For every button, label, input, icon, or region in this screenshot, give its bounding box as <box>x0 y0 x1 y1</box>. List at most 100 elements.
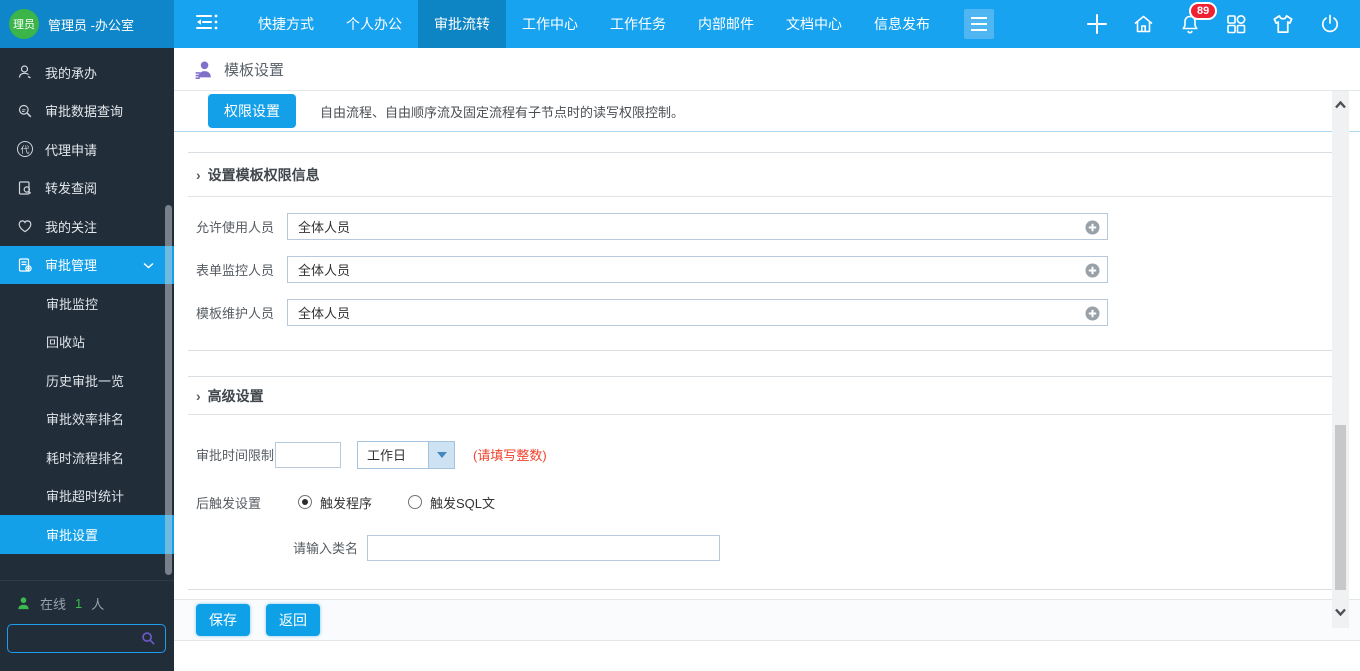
app-window: 理员 管理员 -办公室 快捷方式 个人办公 审批流转 工作中心 工作任务 内部邮… <box>0 0 1360 671</box>
notifications-button[interactable]: 89 <box>1178 1 1218 37</box>
chevron-down-icon <box>143 257 154 272</box>
sidebar-subitem-time-consuming-ranking[interactable]: 耗时流程排名 <box>0 438 174 477</box>
collapse-menu-icon[interactable] <box>194 11 220 38</box>
sidebar-subitem-approval-settings[interactable]: 审批设置 <box>0 515 174 554</box>
sidebar-subitem-recycle-bin[interactable]: 回收站 <box>0 323 174 362</box>
doc-search-icon <box>18 181 32 195</box>
sidebar-item-label: 我的承办 <box>45 65 98 81</box>
field-label: 模板维护人员 <box>196 306 275 321</box>
sidebar-item-my-follows[interactable]: 我的关注 <box>0 207 174 246</box>
more-menu-button[interactable] <box>964 9 994 39</box>
sidebar-bottom: 在线 1 人 <box>0 580 174 671</box>
template-maintainers-value: 全体人员 <box>298 306 351 321</box>
sidebar-item-forward-review[interactable]: 转发查阅 <box>0 169 174 208</box>
back-button[interactable]: 返回 <box>266 604 320 636</box>
power-icon <box>1321 14 1339 33</box>
section-template-permission: › 设置模板权限信息 允许使用人员 全体人员 表单监控人员 全体人员 模板维护人… <box>188 152 1332 351</box>
user-name: 管理员 -办公室 <box>48 17 134 33</box>
online-status: 在线 1 人 <box>0 594 174 613</box>
home-button[interactable] <box>1131 12 1156 36</box>
nav-item-work-tasks[interactable]: 工作任务 <box>594 0 682 48</box>
apps-button[interactable] <box>1224 12 1248 36</box>
select-arrow-button[interactable] <box>428 441 454 468</box>
page-header: 模板设置 <box>174 48 1360 91</box>
sidebar: 我的承办 审批数据查询 代 代理申请 转发查阅 我的关注 审批管理 审批监控 回… <box>0 48 174 671</box>
sidebar-scrollbar-thumb[interactable] <box>165 205 172 575</box>
radio-label: 触发程序 <box>320 495 373 511</box>
scroll-down-icon[interactable] <box>1335 608 1346 616</box>
sidebar-nav: 我的承办 审批数据查询 代 代理申请 转发查阅 我的关注 审批管理 审批监控 回… <box>0 48 174 554</box>
allowed-users-value: 全体人员 <box>298 220 351 235</box>
sidebar-subitem-approval-monitor[interactable]: 审批监控 <box>0 284 174 323</box>
body-row: 我的承办 审批数据查询 代 代理申请 转发查阅 我的关注 审批管理 审批监控 回… <box>0 48 1360 671</box>
sidebar-subitem-efficiency-ranking[interactable]: 审批效率排名 <box>0 400 174 439</box>
nav-item-personal-office[interactable]: 个人办公 <box>330 0 418 48</box>
nav-item-info-publish[interactable]: 信息发布 <box>858 0 946 48</box>
radio-trigger-program[interactable]: 触发程序 <box>298 493 372 512</box>
save-button[interactable]: 保存 <box>196 604 250 636</box>
nav-item-approval-flow[interactable]: 审批流转 <box>418 0 506 48</box>
tab-row: 权限设置 自由流程、自由顺序流及固定流程有子节点时的读写权限控制。 <box>174 91 1360 132</box>
search-icon <box>18 104 32 118</box>
logout-button[interactable] <box>1318 12 1342 36</box>
field-label: 审批时间限制 <box>196 448 275 463</box>
add-member-icon[interactable] <box>1085 220 1100 238</box>
theme-button[interactable] <box>1270 12 1296 36</box>
scroll-up-icon[interactable] <box>1335 101 1346 109</box>
field-row-form-monitors: 表单监控人员 全体人员 <box>196 256 1332 283</box>
time-limit-input[interactable] <box>275 441 341 468</box>
agent-icon: 代 <box>17 141 33 158</box>
nav-item-internal-mail[interactable]: 内部邮件 <box>682 0 770 48</box>
sidebar-item-agent-request[interactable]: 代 代理申请 <box>0 130 174 169</box>
sidebar-item-approval-data-query[interactable]: 审批数据查询 <box>0 92 174 131</box>
search-icon <box>142 632 155 645</box>
add-member-icon[interactable] <box>1085 263 1100 281</box>
avatar[interactable]: 理员 <box>9 9 39 39</box>
main-nav: 快捷方式 个人办公 审批流转 工作中心 工作任务 内部邮件 文档中心 信息发布 <box>242 0 994 48</box>
section-title: 设置模板权限信息 <box>207 166 320 183</box>
radio-icon[interactable] <box>298 495 312 509</box>
field-row-template-maintainers: 模板维护人员 全体人员 <box>196 299 1332 326</box>
radio-trigger-sql[interactable]: 触发SQL文 <box>408 493 495 512</box>
sidebar-item-label: 审批管理 <box>45 258 98 274</box>
field-label: 允许使用人员 <box>196 220 275 235</box>
tshirt-icon <box>1273 15 1293 33</box>
section-marker-icon: › <box>196 166 201 183</box>
nav-item-work-center[interactable]: 工作中心 <box>506 0 594 48</box>
field-label: 请输入类名 <box>293 541 359 556</box>
classname-input[interactable] <box>367 534 720 561</box>
template-icon <box>195 61 211 79</box>
form-monitors-value: 全体人员 <box>298 263 351 278</box>
doc-gear-icon <box>18 258 32 272</box>
sidebar-item-label: 审批数据查询 <box>45 104 124 120</box>
trigger-radio-group: 触发程序 触发SQL文 <box>298 493 495 512</box>
template-maintainers-picker[interactable]: 全体人员 <box>287 299 1108 326</box>
main-content: 模板设置 权限设置 自由流程、自由顺序流及固定流程有子节点时的读写权限控制。 ›… <box>174 48 1360 671</box>
time-unit-select[interactable]: 工作日 <box>357 440 455 469</box>
radio-label: 触发SQL文 <box>430 495 496 511</box>
online-person-icon <box>18 597 29 610</box>
home-icon <box>1134 15 1153 33</box>
user-area[interactable]: 理员 管理员 -办公室 <box>0 0 174 48</box>
sidebar-subitem-history-overview[interactable]: 历史审批一览 <box>0 361 174 400</box>
form-monitors-picker[interactable]: 全体人员 <box>287 256 1108 283</box>
page-title: 模板设置 <box>224 61 285 79</box>
section-title: 高级设置 <box>207 387 264 404</box>
sidebar-item-approval-management[interactable]: 审批管理 <box>0 245 174 284</box>
add-member-icon[interactable] <box>1085 306 1100 324</box>
sidebar-item-my-tasks[interactable]: 我的承办 <box>0 53 174 92</box>
section-advanced-settings: › 高级设置 审批时间限制 工作日 (请填写整数) 后触发设置 触发程序 触发S… <box>188 376 1332 590</box>
nav-item-shortcuts[interactable]: 快捷方式 <box>242 0 330 48</box>
radio-icon[interactable] <box>408 495 423 509</box>
time-limit-note: (请填写整数) <box>473 448 547 463</box>
nav-item-document-center[interactable]: 文档中心 <box>770 0 858 48</box>
field-row-classname: 请输入类名 <box>196 534 1332 561</box>
permission-settings-tab-button[interactable]: 权限设置 <box>208 94 296 128</box>
scrollbar-thumb[interactable] <box>1335 425 1346 590</box>
top-bar: 理员 管理员 -办公室 快捷方式 个人办公 审批流转 工作中心 工作任务 内部邮… <box>0 0 1360 48</box>
topbar-icons: 89 <box>1085 0 1360 48</box>
content-scrollbar[interactable] <box>1332 91 1349 628</box>
allowed-users-picker[interactable]: 全体人员 <box>287 213 1108 240</box>
sidebar-subitem-overdue-statistics[interactable]: 审批超时统计 <box>0 477 174 516</box>
new-item-button[interactable] <box>1085 12 1109 36</box>
